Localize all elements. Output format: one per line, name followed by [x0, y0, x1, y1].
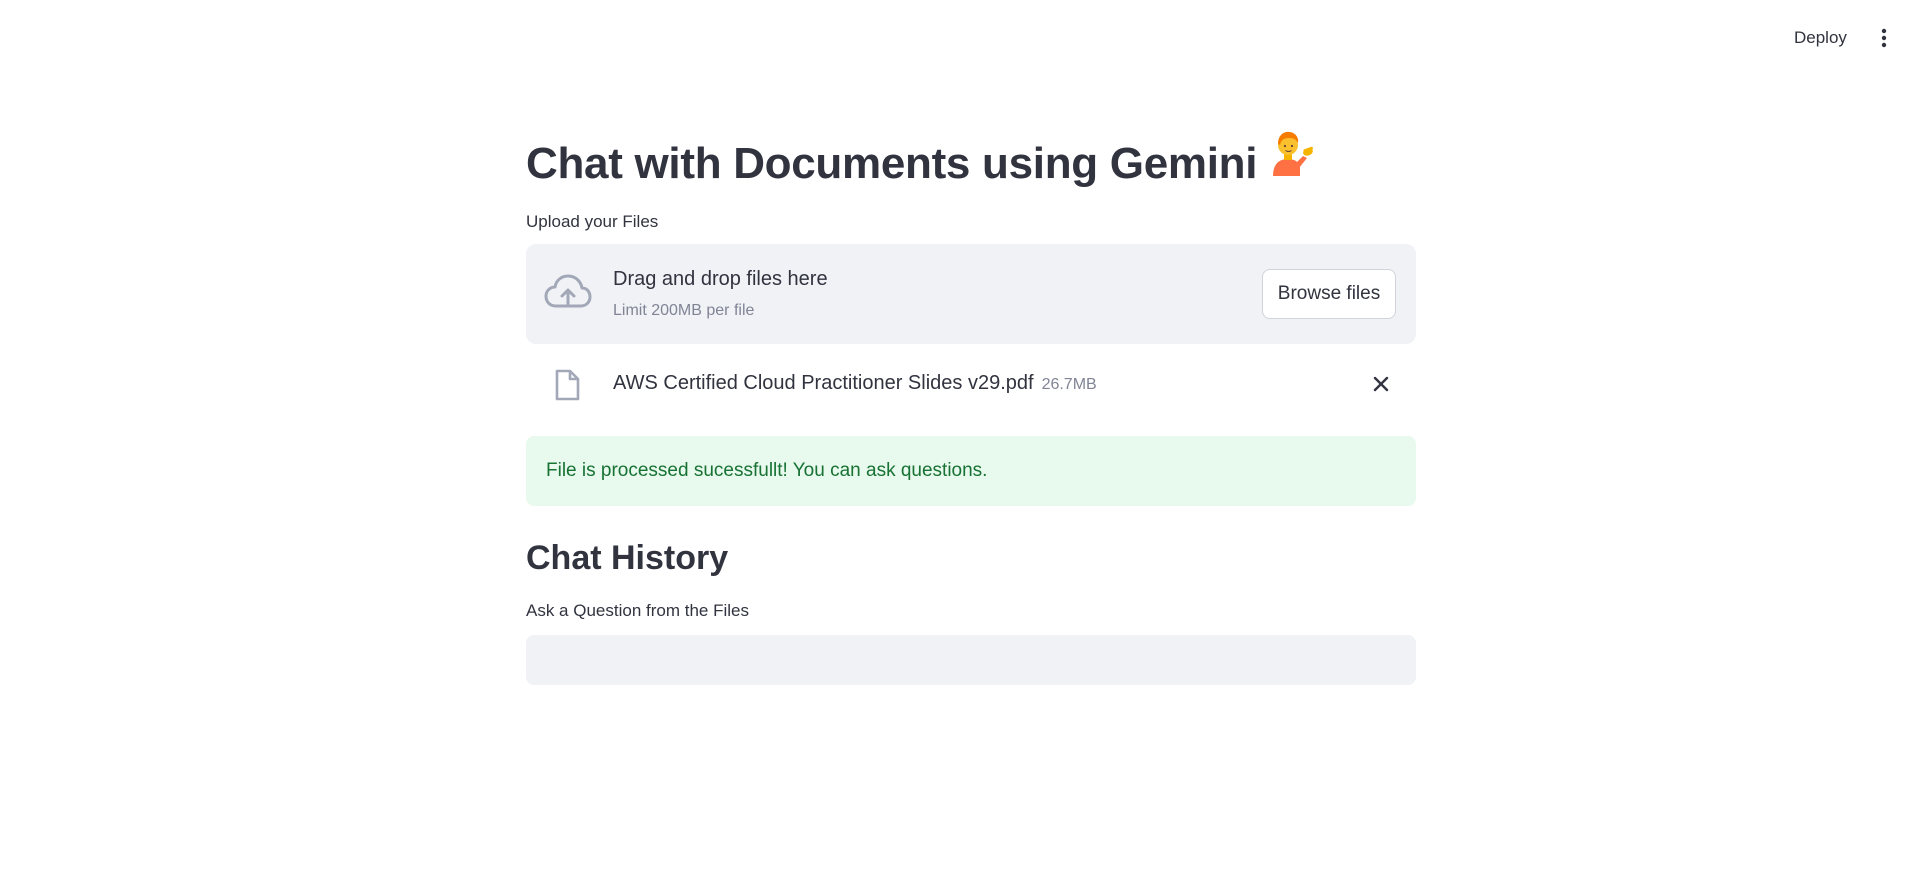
- chat-history-heading: Chat History: [526, 539, 729, 577]
- vertical-dots-icon: [1881, 28, 1887, 48]
- success-alert: File is processed sucessfullt! You can a…: [526, 436, 1416, 506]
- success-message: File is processed sucessfullt! You can a…: [546, 460, 988, 481]
- question-input[interactable]: [526, 635, 1416, 685]
- deploy-button[interactable]: Deploy: [1778, 24, 1863, 52]
- dropzone-limit: Limit 200MB per file: [613, 302, 755, 319]
- upload-label: Upload your Files: [526, 212, 659, 231]
- browse-files-button[interactable]: Browse files: [1262, 269, 1396, 319]
- question-label: Ask a Question from the Files: [526, 601, 749, 620]
- uploaded-file-size: 26.7MB: [1041, 376, 1097, 393]
- page-title: Chat with Documents using Gemini: [526, 128, 1315, 200]
- close-icon: [1373, 376, 1389, 392]
- cloud-upload-icon: [544, 274, 592, 317]
- remove-file-button[interactable]: [1369, 372, 1393, 396]
- uploaded-file-item: AWS Certified Cloud Practitioner Slides …: [526, 360, 1416, 408]
- file-dropzone[interactable]: Drag and drop files here Limit 200MB per…: [526, 244, 1416, 344]
- person-tipping-hand-icon: [1269, 126, 1315, 198]
- app-header: Deploy: [0, 0, 1918, 72]
- uploaded-file-name-row: AWS Certified Cloud Practitioner Slides …: [613, 372, 1097, 395]
- uploaded-file-name: AWS Certified Cloud Practitioner Slides …: [613, 372, 1034, 394]
- file-icon: [554, 369, 580, 406]
- dropzone-instructions: Drag and drop files here: [613, 268, 828, 290]
- main-menu-button[interactable]: [1872, 24, 1896, 52]
- page-title-text: Chat with Documents using Gemini: [526, 139, 1258, 188]
